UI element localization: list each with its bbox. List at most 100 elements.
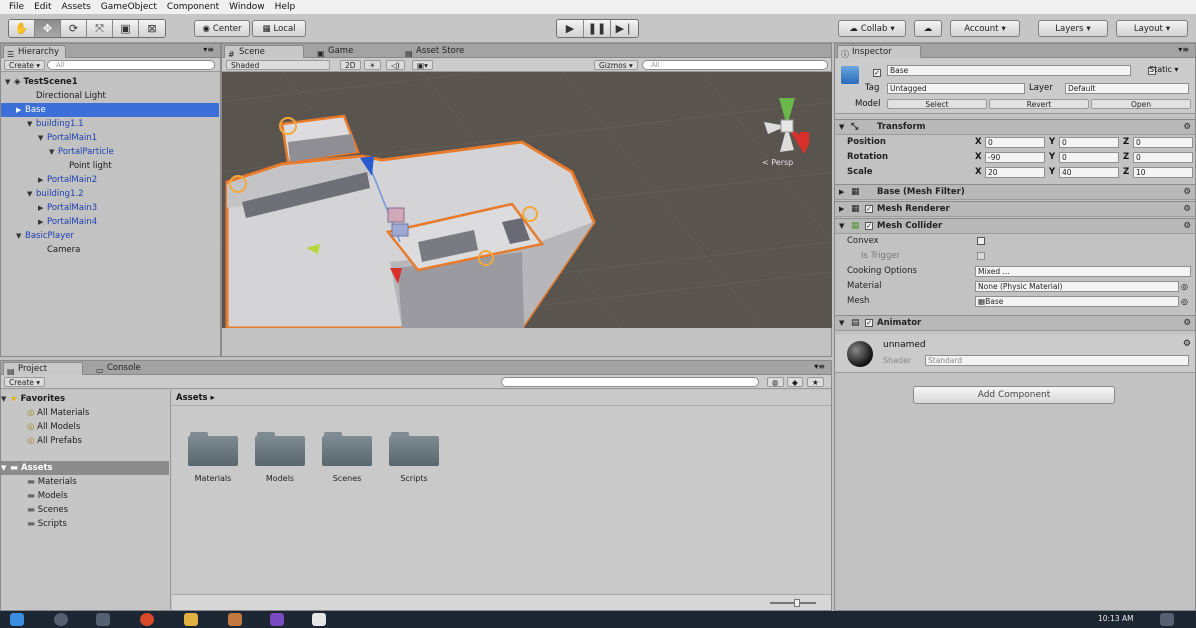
collab-dropdown[interactable]: ☁ Collab ▾ [838,20,906,37]
menu-item-help[interactable]: Help [270,2,301,12]
asset-folder-item[interactable]: ▬ Models [1,489,169,503]
breadcrumb[interactable]: Assets ▸ [172,390,831,406]
menu-item-file[interactable]: File [4,2,29,12]
scene-search-input[interactable]: All [642,60,828,70]
tab-scene[interactable]: # Scene [224,45,304,59]
object-name-field[interactable]: Base [887,65,1131,76]
pivot-center-button[interactable]: ◉ Center [194,20,250,37]
start-icon[interactable] [10,613,24,626]
component-menu-icon[interactable]: ⚙ [1183,316,1191,331]
foldout-icon[interactable]: ▶ [38,173,47,187]
foldout-icon[interactable]: ▶ [16,103,25,117]
hierarchy-create-button[interactable]: Create ▾ [4,60,46,70]
transform-z-field[interactable]: 0 [1133,137,1193,148]
move-tool-icon[interactable]: ✥ [35,20,61,37]
mesh-renderer-header[interactable]: ▶ ▦ ✓ Mesh Renderer ⚙ [835,201,1195,217]
project-create-button[interactable]: Create ▾ [4,377,46,387]
folder-label[interactable]: Scenes [317,474,377,483]
folder-icon[interactable] [322,430,372,466]
tab-inspector[interactable]: ⓘ Inspector [837,45,921,59]
component-menu-icon[interactable]: ⚙ [1183,120,1191,135]
transform-z-field[interactable]: 10 [1133,167,1193,178]
hierarchy-item[interactable]: ▶ PortalMain2 [1,173,219,187]
transform-x-field[interactable]: 20 [985,167,1045,178]
layers-dropdown[interactable]: Layers ▾ [1038,20,1108,37]
hierarchy-item[interactable]: ▼ BasicPlayer [1,229,219,243]
model-revert-button[interactable]: Revert [989,99,1089,109]
model-select-button[interactable]: Select [887,99,987,109]
transform-x-field[interactable]: 0 [985,137,1045,148]
folder-icon[interactable] [389,430,439,466]
file-explorer-icon[interactable] [184,613,198,626]
favorite-star-icon[interactable]: ★ [807,377,824,387]
step-icon[interactable]: ▶❘ [611,20,638,37]
component-menu-icon[interactable]: ⚙ [1183,339,1191,349]
notifications-icon[interactable] [1160,613,1174,626]
hierarchy-item[interactable]: ▼ building1.1 [1,117,219,131]
menu-item-edit[interactable]: Edit [29,2,56,12]
scene-viewport[interactable]: < Persp [222,72,832,328]
favorite-item[interactable]: ◎ All Materials [1,406,169,420]
menu-item-window[interactable]: Window [224,2,270,12]
folder-icon[interactable] [188,430,238,466]
assets-root-item[interactable]: ▼ ▬ Assets [1,461,169,475]
hierarchy-item[interactable]: ▼ ◈ TestScene1 [1,75,219,89]
hierarchy-item[interactable]: ▼ PortalMain1 [1,131,219,145]
panel-menu-icon[interactable]: ▾≡ [1178,45,1189,54]
panel-menu-icon[interactable]: ▾≡ [203,45,214,54]
foldout-icon[interactable]: ▼ [27,187,36,201]
transform-y-field[interactable]: 0 [1059,137,1119,148]
model-open-button[interactable]: Open [1091,99,1191,109]
hierarchy-search-input[interactable]: All [47,60,215,70]
hierarchy-item[interactable]: Directional Light [1,89,219,103]
add-component-button[interactable]: Add Component [913,386,1115,404]
foldout-icon[interactable]: ▼ [27,117,36,131]
zoom-slider-thumb[interactable] [794,599,800,607]
services-button[interactable]: ☁ [914,20,942,37]
rect-tool-icon[interactable]: ▣ [113,20,139,37]
asset-folder-item[interactable]: ▬ Scripts [1,517,169,531]
animator-header[interactable]: ▼ ▤ ✓ Animator ⚙ [835,315,1195,331]
unity-icon[interactable] [312,613,326,626]
visual-studio-icon[interactable] [270,613,284,626]
asset-folder-item[interactable]: ▬ Scenes [1,503,169,517]
is-trigger-checkbox[interactable] [977,252,985,260]
account-dropdown[interactable]: Account ▾ [950,20,1020,37]
layer-dropdown[interactable]: Default [1065,83,1189,94]
lighting-toggle-icon[interactable]: ☀ [364,60,381,70]
transform-header[interactable]: ▼ ⤡ Transform ⚙ [835,119,1195,135]
hierarchy-item[interactable]: Point light [1,159,219,173]
pause-icon[interactable]: ❚❚ [584,20,611,37]
folder-label[interactable]: Scripts [384,474,444,483]
hierarchy-item[interactable]: ▶ Base [1,103,219,117]
convex-checkbox[interactable] [977,237,985,245]
mesh-field[interactable]: ▦Base [975,296,1179,307]
browser-icon[interactable] [140,613,154,626]
mode-2d-toggle[interactable]: 2D [340,60,361,70]
hierarchy-item[interactable]: ▼ building1.2 [1,187,219,201]
gizmos-dropdown[interactable]: Gizmos ▾ [594,60,638,70]
tab-console[interactable]: ▭ Console [93,362,147,375]
audio-toggle-icon[interactable]: ◁) [386,60,405,70]
rotate-tool-icon[interactable]: ⟳ [61,20,87,37]
menu-item-component[interactable]: Component [162,2,224,12]
play-icon[interactable]: ▶ [557,20,584,37]
panel-menu-icon[interactable]: ▾≡ [814,362,825,371]
folder-icon[interactable] [255,430,305,466]
menu-item-gameobject[interactable]: GameObject [96,2,162,12]
hierarchy-item[interactable]: Camera [1,243,219,257]
project-search-input[interactable] [501,377,759,387]
component-menu-icon[interactable]: ⚙ [1183,185,1191,200]
physic-material-field[interactable]: None (Physic Material) [975,281,1179,292]
tag-dropdown[interactable]: Untagged [887,83,1025,94]
foldout-icon[interactable]: ▶ [38,201,47,215]
component-menu-icon[interactable]: ⚙ [1183,219,1191,234]
favorites-item[interactable]: ▼ ★ Favorites [1,392,169,406]
store-icon[interactable] [228,613,242,626]
foldout-icon[interactable]: ▼ [5,75,14,89]
menu-item-assets[interactable]: Assets [57,2,96,12]
filter-label-icon[interactable]: ◆ [787,377,803,387]
hierarchy-item[interactable]: ▶ PortalMain4 [1,215,219,229]
effects-toggle-icon[interactable]: ▣▾ [412,60,433,70]
tab-asset-store[interactable]: ▤ Asset Store [402,45,470,58]
